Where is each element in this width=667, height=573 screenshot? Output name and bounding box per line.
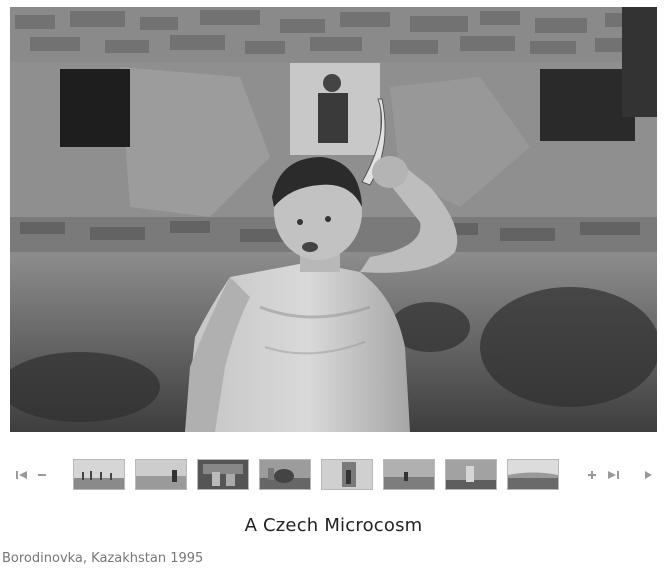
previous-photo-button[interactable] <box>34 467 50 483</box>
skip-to-end-icon <box>608 471 619 479</box>
thumbnail-4[interactable] <box>259 459 311 490</box>
thumbnail-1-image <box>74 460 124 489</box>
plus-icon <box>588 471 597 479</box>
thumbnail-7-image <box>446 460 496 489</box>
next-photo-button[interactable] <box>585 467 600 483</box>
thumbnail-8[interactable] <box>507 459 559 490</box>
thumbnail-1[interactable] <box>73 459 125 490</box>
thumbnail-strip <box>73 459 559 492</box>
thumbnail-2[interactable] <box>135 459 187 490</box>
thumbnail-6-image <box>384 460 434 489</box>
nav-right-group <box>585 466 655 484</box>
play-icon <box>644 471 652 479</box>
skip-to-start-icon <box>16 471 27 479</box>
gallery-title: A Czech Microcosm <box>244 515 423 536</box>
main-photo <box>10 7 657 432</box>
thumbnail-4-image <box>260 460 310 489</box>
main-photo-image <box>10 7 657 432</box>
thumbnail-7[interactable] <box>445 459 497 490</box>
first-photo-button[interactable] <box>14 467 30 483</box>
last-photo-button[interactable] <box>606 467 621 483</box>
nav-left-group <box>14 466 50 484</box>
play-slideshow-button[interactable] <box>640 467 655 483</box>
minus-icon <box>38 474 46 476</box>
thumbnail-3[interactable] <box>197 459 249 490</box>
thumbnail-3-image <box>198 460 248 489</box>
thumbnail-6[interactable] <box>383 459 435 490</box>
thumbnail-8-image <box>508 460 558 489</box>
thumbnail-5[interactable] <box>321 459 373 490</box>
thumbnail-5-image <box>322 460 372 489</box>
photo-caption: Borodinovka, Kazakhstan 1995 <box>2 551 204 566</box>
thumbnail-2-image <box>136 460 186 489</box>
